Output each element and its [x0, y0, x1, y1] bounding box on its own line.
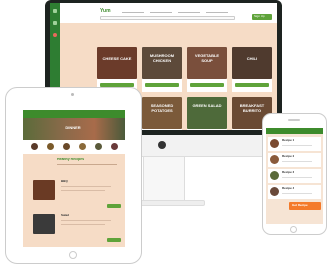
phone-item-text: [282, 145, 312, 146]
divider: [57, 164, 117, 165]
phone-screen: Recipe 1 Recipe 2 Recipe 3 Recipe 4 Get …: [266, 128, 323, 224]
list-item-text: [61, 220, 111, 221]
tablet-camera: [71, 93, 74, 96]
phone-list-item[interactable]: Recipe 1: [268, 137, 321, 151]
recipe-title: Green Salad: [192, 103, 222, 108]
tablet-hero: Dinner: [23, 118, 125, 140]
phone-item-text: [282, 177, 312, 178]
recipe-title: Mushroom Chicken: [149, 53, 175, 63]
recipe-title: Breakfast Burrito: [239, 103, 265, 113]
phone-item-text: [282, 161, 312, 162]
phone-item-title: Recipe 4: [282, 187, 295, 190]
hero-title: Dinner: [65, 125, 81, 130]
phone-list-item[interactable]: Recipe 3: [268, 169, 321, 183]
section-title: Healthy Recipes: [57, 158, 85, 161]
phone-header: [266, 128, 323, 134]
phone-list-item[interactable]: Recipe 2: [268, 153, 321, 167]
phone-home-button[interactable]: [290, 226, 297, 233]
recipe-title: Chili: [246, 56, 258, 61]
list-item-image: [33, 180, 55, 200]
recipe-image: [187, 97, 227, 129]
heart-icon[interactable]: [53, 33, 57, 37]
phone-item-title: Recipe 2: [282, 155, 295, 158]
category-icon[interactable]: [111, 143, 118, 150]
recipe-button[interactable]: [190, 83, 224, 87]
category-icon[interactable]: [31, 143, 38, 150]
recipe-card[interactable]: Mushroom Chicken: [142, 47, 182, 92]
recipe-card[interactable]: Cheese Cake: [97, 47, 137, 92]
monitor-stand-neck: [143, 157, 185, 201]
list-item-title: BBQ: [61, 180, 68, 183]
recipe-button[interactable]: [235, 83, 269, 87]
tablet-home-button[interactable]: [69, 251, 77, 259]
recipe-title: Cheese Cake: [102, 56, 132, 61]
recipe-image: [232, 47, 272, 79]
category-icon[interactable]: [47, 143, 54, 150]
app-logo[interactable]: Yum: [100, 8, 111, 14]
search-input[interactable]: [100, 16, 235, 20]
list-item-text: [61, 190, 105, 191]
phone-item-title: Recipe 3: [282, 171, 295, 174]
filter-select-3[interactable]: [178, 10, 200, 13]
signup-label: Sign Up: [254, 15, 265, 18]
tablet-screen: Dinner Healthy Recipes BBQ Salad: [23, 110, 125, 247]
list-icon[interactable]: [53, 21, 57, 25]
phone-speaker: [288, 119, 300, 121]
category-icon[interactable]: [79, 143, 86, 150]
list-item-text: [61, 186, 111, 187]
list-item-title: Salad: [61, 214, 70, 217]
recipe-card[interactable]: Chili: [232, 47, 272, 92]
recipe-card[interactable]: Vegetable Soup: [187, 47, 227, 92]
list-item[interactable]: Salad: [25, 214, 123, 244]
list-item[interactable]: BBQ: [25, 180, 123, 210]
desktop-header: Yum Sign Up: [60, 3, 277, 23]
category-row: [23, 140, 125, 154]
monitor-logo: [158, 141, 166, 149]
recipe-image: [97, 47, 137, 79]
filter-select-1[interactable]: [122, 10, 144, 13]
recipe-card[interactable]: Seasoned Potatoes: [142, 97, 182, 130]
recipe-title: Vegetable Soup: [194, 53, 220, 63]
avatar: [270, 139, 279, 148]
recipe-title: Seasoned Potatoes: [150, 103, 174, 113]
tablet-header: [23, 110, 125, 118]
signup-button[interactable]: Sign Up: [252, 14, 272, 20]
phone-item-title: Recipe 1: [282, 139, 295, 142]
phone-cta-button[interactable]: Get Recipe: [289, 202, 321, 210]
avatar: [270, 155, 279, 164]
filter-select-4[interactable]: [206, 10, 228, 13]
phone-item-text: [282, 193, 312, 194]
category-icon[interactable]: [63, 143, 70, 150]
list-item-button[interactable]: [107, 238, 121, 242]
list-item-text: [61, 224, 105, 225]
home-icon[interactable]: [53, 9, 57, 13]
phone-list-item[interactable]: Recipe 4: [268, 185, 321, 199]
avatar: [270, 171, 279, 180]
list-item-button[interactable]: [107, 204, 121, 208]
filter-select-2[interactable]: [150, 10, 172, 13]
phone-cta-label: Get Recipe: [292, 204, 308, 207]
list-item-image: [33, 214, 55, 234]
category-icon[interactable]: [95, 143, 102, 150]
recipe-card[interactable]: Green Salad: [187, 97, 227, 130]
recipe-button[interactable]: [145, 83, 179, 87]
avatar: [270, 187, 279, 196]
